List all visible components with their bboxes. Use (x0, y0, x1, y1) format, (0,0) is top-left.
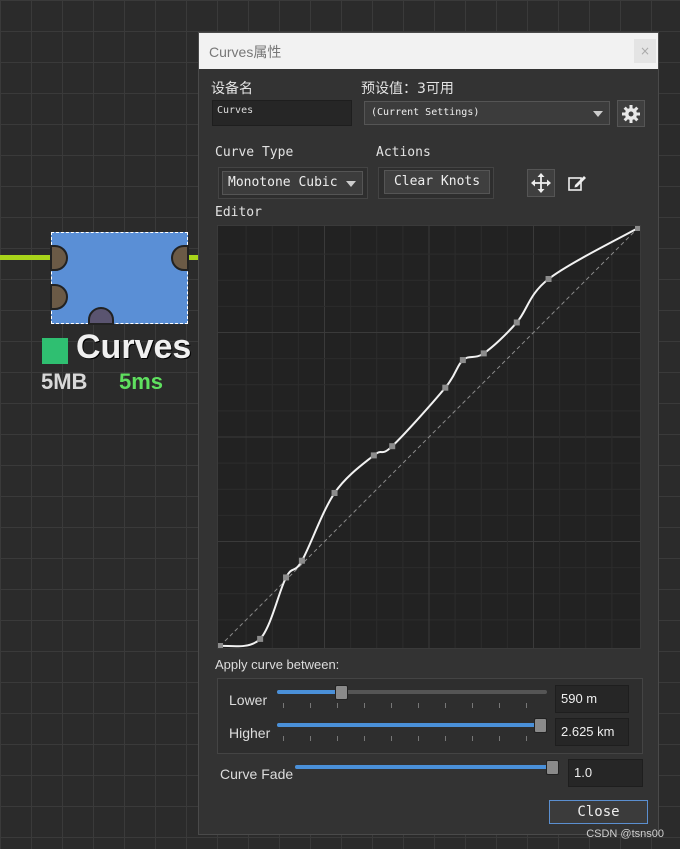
device-name-field[interactable]: Curves (212, 100, 352, 126)
dialog-titlebar[interactable]: Curves属性 × (199, 33, 658, 69)
chevron-down-icon (346, 181, 356, 187)
lower-label: Lower (229, 692, 268, 708)
curve-canvas[interactable] (217, 225, 641, 649)
curve-knot[interactable] (513, 319, 520, 326)
higher-slider-fill (277, 723, 542, 727)
gear-icon (622, 105, 640, 123)
curve-type-label: Curve Type (215, 145, 294, 160)
actions-label: Actions (376, 145, 431, 160)
output-port[interactable] (171, 245, 189, 271)
curve-knot[interactable] (442, 384, 449, 391)
node-color-swatch (42, 338, 68, 364)
fade-value-field[interactable]: 1.0 (568, 759, 643, 787)
curve-knot[interactable] (545, 275, 552, 282)
curve-type-select[interactable]: Monotone Cubic (222, 171, 363, 195)
curve-knot[interactable] (370, 452, 377, 459)
close-icon[interactable]: × (634, 39, 656, 63)
preset-settings-button[interactable] (617, 100, 645, 127)
input-port-2[interactable] (50, 284, 68, 310)
apply-curve-label: Apply curve between: (215, 657, 340, 672)
bottom-port[interactable] (88, 307, 114, 325)
node-memory: 5MB (41, 369, 88, 394)
editor-label: Editor (215, 205, 262, 220)
lower-slider-thumb[interactable] (334, 685, 348, 700)
preset-select[interactable]: (Current Settings) (364, 101, 610, 125)
clear-knots-button[interactable]: Clear Knots (384, 170, 490, 194)
input-wire (0, 255, 52, 260)
curves-properties-dialog: Curves属性 × 设备名 Curves 预设值：3可用 (Current S… (198, 32, 659, 835)
curve-knot[interactable] (257, 635, 264, 642)
dialog-title: Curves属性 (209, 44, 282, 60)
chevron-down-icon (593, 111, 603, 117)
higher-label: Higher (229, 725, 271, 741)
curve-knot[interactable] (389, 443, 396, 450)
node-time: 5ms (119, 369, 164, 394)
move-icon (531, 173, 551, 193)
curve-knot[interactable] (298, 557, 305, 564)
curve-knot[interactable] (217, 643, 223, 649)
input-port-1[interactable] (50, 245, 68, 271)
lower-slider-ticks (283, 703, 547, 708)
node-title: Curves (76, 328, 192, 366)
curve-fade-label: Curve Fade (220, 766, 294, 782)
fade-slider-thumb[interactable] (546, 760, 559, 775)
curve-knot[interactable] (331, 490, 338, 497)
lower-slider-fill (277, 690, 342, 694)
curve-knot[interactable] (459, 357, 466, 364)
close-button[interactable]: Close (549, 800, 648, 824)
preset-select-value: (Current Settings) (371, 107, 480, 118)
device-name-label: 设备名 (211, 81, 253, 97)
watermark: CSDN @tsns00 (586, 828, 664, 840)
fade-slider-fill (295, 765, 559, 769)
move-button[interactable] (527, 169, 555, 197)
curve-knot[interactable] (635, 225, 641, 231)
curve-knot[interactable] (283, 574, 290, 581)
curve-editor[interactable] (217, 225, 641, 649)
preset-label: 预设值：3可用 (361, 81, 454, 97)
curves-node[interactable] (50, 232, 189, 325)
edit-icon (568, 176, 586, 191)
curve-knot[interactable] (480, 350, 487, 357)
higher-value-field[interactable]: 2.625 km (555, 718, 629, 746)
fade-slider-track[interactable] (295, 765, 559, 769)
higher-slider-ticks (283, 736, 547, 741)
lower-slider-track[interactable] (277, 690, 547, 694)
higher-slider-track[interactable] (277, 723, 547, 727)
higher-slider-thumb[interactable] (534, 718, 547, 733)
curve-type-value: Monotone Cubic (228, 175, 338, 190)
edit-button[interactable] (566, 172, 590, 196)
lower-value-field[interactable]: 590 m (555, 685, 629, 713)
